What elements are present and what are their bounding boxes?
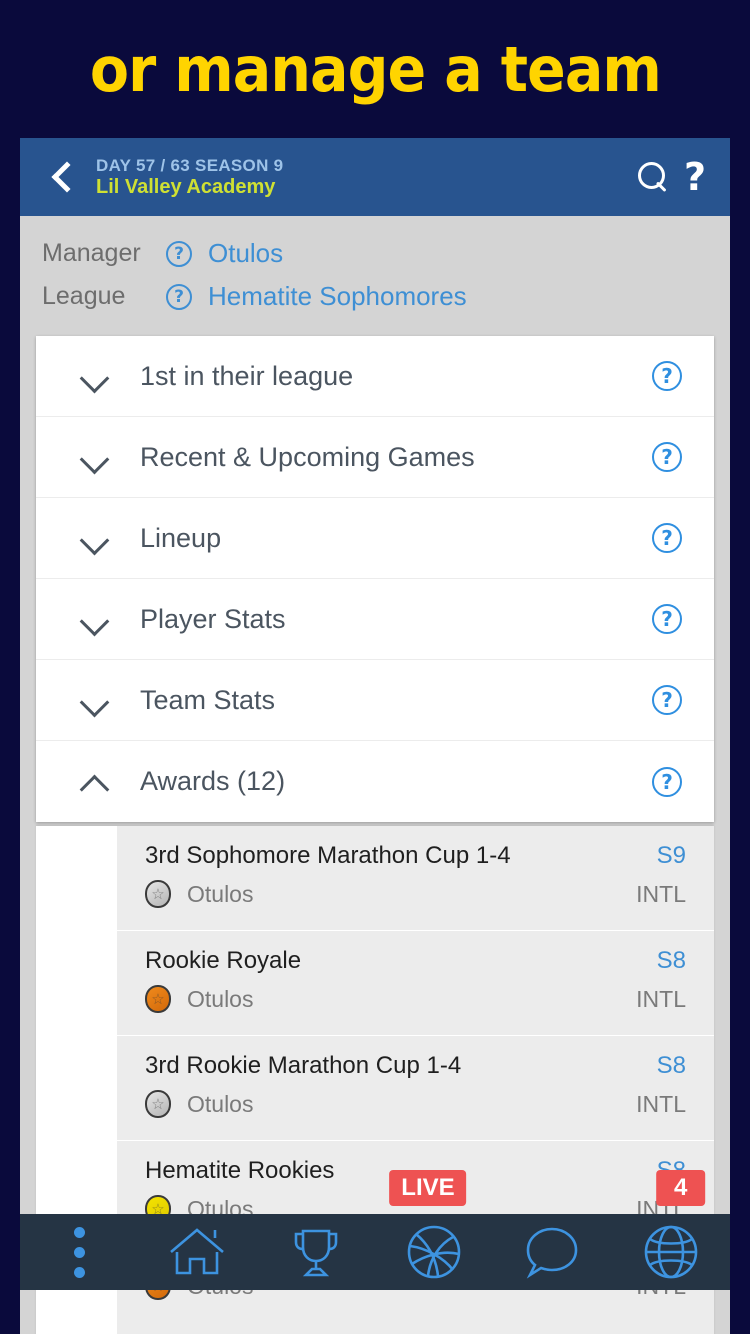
award-scope: INTL (636, 880, 686, 907)
team-meta: Manager ? Otulos League ? Hematite Sopho… (20, 216, 730, 336)
promo-banner-text: or manage a team (89, 32, 661, 106)
back-chevron-icon[interactable] (48, 160, 78, 194)
section-row-player-stats[interactable]: Player Stats ? (36, 579, 714, 660)
award-owner: Otulos (187, 1090, 254, 1117)
section-row-team-stats[interactable]: Team Stats ? (36, 660, 714, 741)
meta-row-manager: Manager ? Otulos (42, 232, 730, 275)
manager-help-icon[interactable]: ? (166, 240, 192, 267)
chevron-down-icon[interactable] (80, 604, 110, 634)
notification-count-badge[interactable]: 4 (655, 1170, 706, 1206)
bottom-navigation: LIVE 4 (20, 1170, 730, 1290)
section-row-games[interactable]: Recent & Upcoming Games ? (36, 417, 714, 498)
globe-icon[interactable] (643, 1224, 699, 1280)
nav-item-home[interactable] (138, 1214, 256, 1290)
section-label: Team Stats (140, 684, 276, 715)
award-scope: INTL (636, 1090, 686, 1117)
award-bottom: ☆ Otulos INTL (145, 880, 686, 908)
meta-row-league: League ? Hematite Sophomores (42, 275, 730, 318)
section-label: Lineup (140, 522, 222, 553)
section-help-icon[interactable]: ? (652, 766, 682, 797)
more-options-icon[interactable] (73, 1226, 85, 1278)
basketball-icon[interactable] (406, 1224, 462, 1280)
nav-item-chat[interactable] (493, 1214, 611, 1290)
medal-icon: ☆ (145, 880, 171, 908)
award-season: S8 (656, 947, 686, 974)
nav-item-world[interactable]: 4 (612, 1170, 730, 1290)
section-label: Recent & Upcoming Games (140, 441, 475, 472)
award-title: 3rd Rookie Marathon Cup 1-4 (145, 1052, 462, 1079)
chevron-down-icon[interactable] (80, 685, 110, 715)
award-scope: INTL (636, 985, 686, 1012)
app-viewport: DAY 57 / 63 SEASON 9 Lil Valley Academy … (20, 138, 730, 1334)
section-row-awards[interactable]: Awards (12) ? (36, 741, 714, 822)
award-owner-group: ☆ Otulos (145, 1090, 253, 1118)
award-owner-group: ☆ Otulos (145, 985, 253, 1013)
header-titles: DAY 57 / 63 SEASON 9 Lil Valley Academy (96, 156, 636, 198)
chevron-up-icon[interactable] (80, 767, 110, 797)
promo-banner: or manage a team (0, 0, 750, 138)
manager-value[interactable]: Otulos (208, 238, 283, 269)
award-owner: Otulos (187, 880, 254, 907)
nav-item-trophy[interactable] (257, 1214, 375, 1290)
header-day-season: DAY 57 / 63 SEASON 9 (96, 155, 284, 175)
league-help-icon[interactable]: ? (166, 283, 192, 310)
award-bottom: ☆ Otulos INTL (145, 985, 686, 1013)
medal-icon: ☆ (145, 1090, 171, 1118)
section-row-standing[interactable]: 1st in their league ? (36, 336, 714, 417)
award-title: 3rd Sophomore Marathon Cup 1-4 (145, 842, 511, 869)
award-top: 3rd Sophomore Marathon Cup 1-4 S9 (145, 842, 686, 870)
chat-bubble-icon[interactable] (525, 1225, 579, 1279)
award-season: S8 (656, 1052, 686, 1079)
nav-item-more[interactable] (20, 1214, 138, 1290)
chevron-down-icon[interactable] (80, 442, 110, 472)
medal-icon: ☆ (145, 985, 171, 1013)
award-item[interactable]: Rookie Royale S8 ☆ Otulos INTL (117, 931, 714, 1036)
award-item[interactable]: 3rd Rookie Marathon Cup 1-4 S8 ☆ Otulos … (117, 1036, 714, 1141)
award-item[interactable]: 3rd Sophomore Marathon Cup 1-4 S9 ☆ Otul… (117, 826, 714, 931)
league-label: League (42, 282, 126, 310)
chevron-down-icon[interactable] (80, 361, 110, 391)
question-mark-icon[interactable]: ? (684, 158, 706, 196)
award-owner-group: ☆ Otulos (145, 880, 253, 908)
home-icon[interactable] (168, 1226, 226, 1278)
section-label: 1st in their league (140, 360, 354, 391)
section-help-icon[interactable]: ? (652, 685, 682, 715)
section-help-icon[interactable]: ? (652, 604, 682, 634)
award-owner: Otulos (187, 985, 254, 1012)
section-label: Player Stats (140, 603, 286, 634)
league-value[interactable]: Hematite Sophomores (208, 281, 467, 312)
section-help-icon[interactable]: ? (652, 361, 682, 391)
award-top: 3rd Rookie Marathon Cup 1-4 S8 (145, 1052, 686, 1080)
sections-card: 1st in their league ? Recent & Upcoming … (36, 336, 714, 822)
section-help-icon[interactable]: ? (652, 442, 682, 472)
award-title: Hematite Rookies (145, 1157, 335, 1184)
header-team-name[interactable]: Lil Valley Academy (96, 176, 636, 198)
live-badge[interactable]: LIVE (389, 1170, 467, 1206)
header-actions: ? (636, 158, 706, 196)
section-row-lineup[interactable]: Lineup ? (36, 498, 714, 579)
award-title: Rookie Royale (145, 947, 302, 974)
section-label: Awards (12) (140, 766, 286, 796)
award-bottom: ☆ Otulos INTL (145, 1090, 686, 1118)
search-icon[interactable] (636, 160, 670, 194)
manager-label: Manager (42, 239, 141, 267)
award-top: Rookie Royale S8 (145, 947, 686, 975)
nav-item-live-games[interactable]: LIVE (375, 1170, 493, 1290)
award-season: S9 (656, 842, 686, 869)
trophy-icon[interactable] (289, 1225, 343, 1279)
section-help-icon[interactable]: ? (652, 523, 682, 553)
app-header: DAY 57 / 63 SEASON 9 Lil Valley Academy … (20, 138, 730, 216)
chevron-down-icon[interactable] (80, 523, 110, 553)
